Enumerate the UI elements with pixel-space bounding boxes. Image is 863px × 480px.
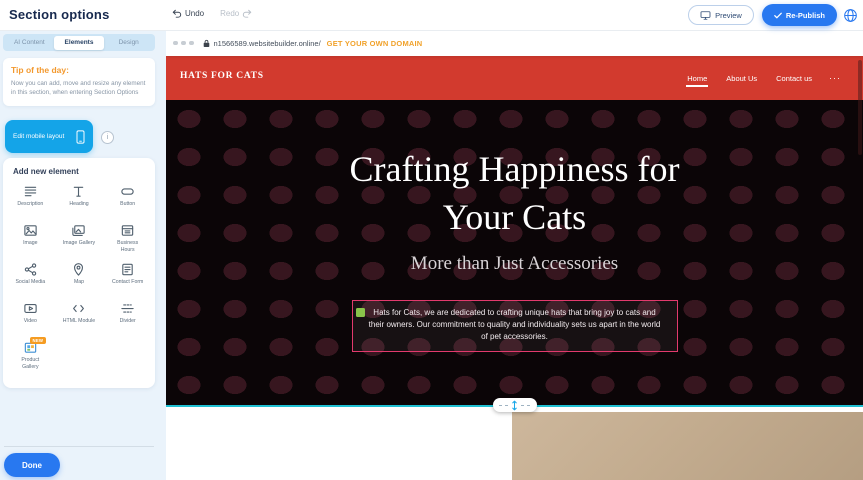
- preview-scrollbar-thumb[interactable]: [858, 60, 862, 155]
- hero-paragraph-selected[interactable]: Hats for Cats, we are dedicated to craft…: [352, 300, 678, 352]
- description-icon: [23, 184, 38, 199]
- element-item-video[interactable]: Video: [6, 298, 55, 336]
- nav-item-about-us[interactable]: About Us: [724, 67, 759, 90]
- tab-design[interactable]: Design: [104, 36, 154, 50]
- element-grid: Description Heading Button Image Image G…: [6, 181, 152, 375]
- preview-button[interactable]: Preview: [688, 5, 754, 25]
- language-globe-button[interactable]: [843, 8, 858, 23]
- check-icon: [774, 12, 782, 19]
- page-title: Section options: [9, 7, 110, 22]
- address-bar-url[interactable]: n1566589.websitebuilder.online/: [214, 39, 321, 48]
- hero-section: Crafting Happiness for Your Cats More th…: [166, 100, 863, 405]
- element-item-html-module[interactable]: HTML Module: [55, 298, 104, 336]
- element-item-map[interactable]: Map: [55, 259, 104, 297]
- site-logo[interactable]: HATS FOR CATS: [180, 71, 264, 81]
- monitor-icon: [700, 11, 711, 20]
- element-item-social-media[interactable]: Social Media: [6, 259, 55, 297]
- tip-of-the-day-card: Tip of the day: Now you can add, move an…: [3, 58, 155, 106]
- undo-redo-group: Undo Redo: [172, 9, 252, 18]
- element-item-description[interactable]: Description: [6, 181, 55, 219]
- hero-paragraph-text: Hats for Cats, we are dedicated to craft…: [369, 308, 661, 341]
- hero-headline[interactable]: Crafting Happiness for Your Cats: [315, 146, 715, 241]
- element-item-divider[interactable]: Divider: [103, 298, 152, 336]
- section-resize-handle[interactable]: [493, 398, 537, 412]
- sidebar-tabs: AI Content Elements Design: [3, 34, 155, 51]
- heading-icon: [71, 184, 86, 199]
- element-item-image[interactable]: Image: [6, 220, 55, 258]
- undo-label: Undo: [185, 9, 204, 18]
- edit-mobile-layout-button[interactable]: Edit mobile layout: [5, 120, 93, 153]
- business-hours-icon: [120, 223, 135, 238]
- social-media-icon: [23, 262, 38, 277]
- edit-mobile-layout-label: Edit mobile layout: [13, 133, 64, 140]
- redo-icon: [242, 9, 252, 18]
- hero-subheadline[interactable]: More than Just Accessories: [166, 253, 863, 275]
- add-element-title: Add new element: [6, 167, 152, 176]
- sidebar: AI Content Elements Design Tip of the da…: [0, 30, 166, 480]
- nav-more-icon[interactable]: ···: [829, 73, 841, 83]
- dash-line: [521, 405, 530, 406]
- map-icon: [71, 262, 86, 277]
- element-item-button[interactable]: Button: [103, 181, 152, 219]
- divider-icon: [120, 301, 135, 316]
- site-preview: n1566589.websitebuilder.online/ GET YOUR…: [166, 30, 863, 480]
- info-icon[interactable]: i: [101, 131, 114, 144]
- add-element-panel: Add new element Description Heading Butt…: [3, 158, 155, 388]
- undo-button[interactable]: Undo: [172, 9, 204, 18]
- element-item-heading[interactable]: Heading: [55, 181, 104, 219]
- republish-button[interactable]: Re-Publish: [762, 4, 837, 26]
- globe-icon: [843, 8, 858, 23]
- window-dot: [173, 41, 178, 46]
- lock-icon: [203, 39, 210, 48]
- window-dot: [181, 41, 186, 46]
- tab-ai-content[interactable]: AI Content: [5, 36, 55, 50]
- html-module-icon: [71, 301, 86, 316]
- done-button[interactable]: Done: [4, 453, 60, 477]
- element-item-image-gallery[interactable]: Image Gallery: [55, 220, 104, 258]
- element-handle-icon[interactable]: [356, 308, 365, 317]
- element-item-product-gallery[interactable]: NEW Product Gallery: [6, 337, 55, 375]
- site-nav: Home About Us Contact us ···: [685, 56, 841, 100]
- redo-label: Redo: [220, 9, 239, 18]
- republish-label: Re-Publish: [786, 11, 825, 20]
- tab-elements[interactable]: Elements: [54, 36, 104, 50]
- video-icon: [23, 301, 38, 316]
- topbar-actions: Preview Re-Publish: [688, 4, 837, 26]
- button-icon: [120, 184, 135, 199]
- image-icon: [23, 223, 38, 238]
- nav-item-contact-us[interactable]: Contact us: [774, 67, 814, 90]
- phone-icon: [76, 130, 85, 144]
- site-header: HATS FOR CATS Home About Us Contact us ·…: [166, 56, 863, 100]
- browser-chrome: n1566589.websitebuilder.online/ GET YOUR…: [166, 30, 863, 56]
- app-root: Section options Undo Redo Preview Re-Pub…: [0, 0, 863, 480]
- element-item-contact-form[interactable]: Contact Form: [103, 259, 152, 297]
- redo-button[interactable]: Redo: [220, 9, 252, 18]
- undo-icon: [172, 9, 182, 18]
- element-item-business-hours[interactable]: Business Hours: [103, 220, 152, 258]
- topbar: Section options Undo Redo Preview Re-Pub…: [0, 0, 863, 31]
- get-domain-link[interactable]: GET YOUR OWN DOMAIN: [327, 39, 423, 48]
- dash-line: [499, 405, 508, 406]
- contact-form-icon: [120, 262, 135, 277]
- preview-label: Preview: [715, 11, 742, 20]
- tip-body: Now you can add, move and resize any ele…: [11, 79, 147, 98]
- window-dot: [189, 41, 194, 46]
- image-gallery-icon: [71, 223, 86, 238]
- tip-title: Tip of the day:: [11, 65, 147, 75]
- nav-item-home[interactable]: Home: [685, 67, 709, 90]
- next-section-image[interactable]: [512, 412, 863, 480]
- sidebar-divider: [4, 446, 154, 447]
- new-badge: NEW: [30, 337, 46, 344]
- window-dots: [173, 41, 194, 46]
- resize-arrows-icon: [511, 400, 518, 411]
